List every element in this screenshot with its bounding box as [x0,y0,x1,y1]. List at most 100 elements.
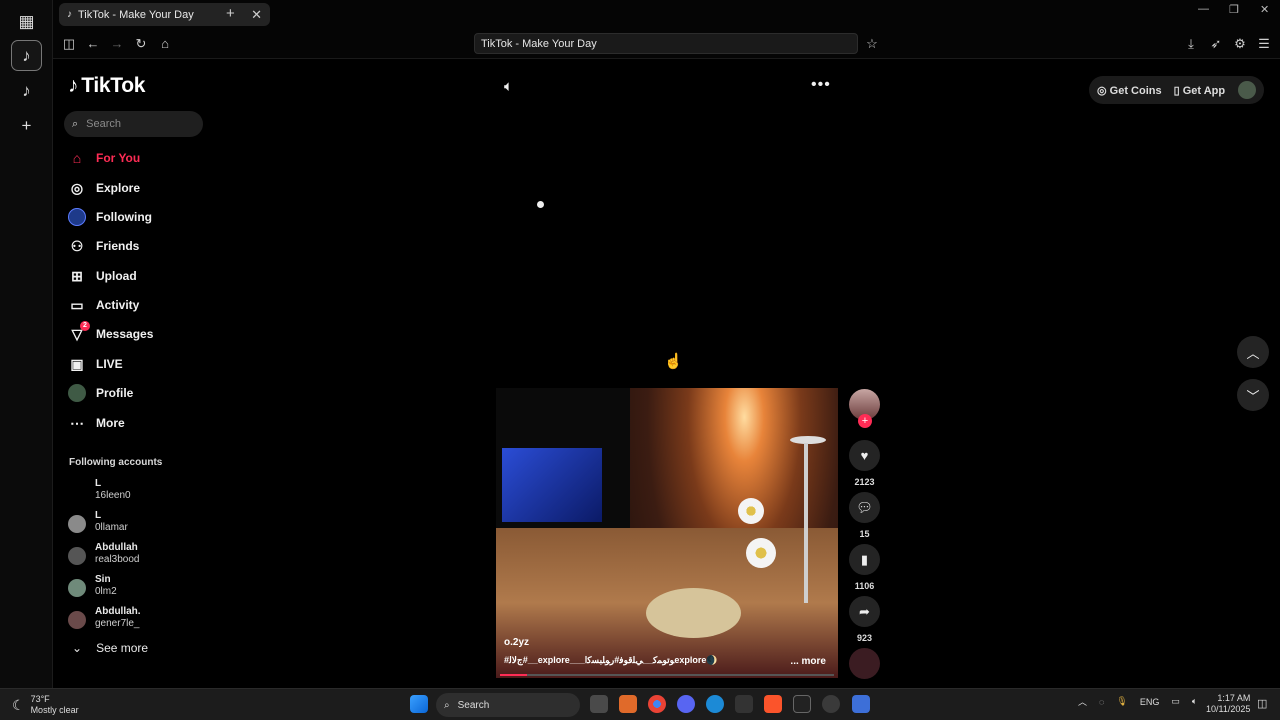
chrome-icon[interactable] [648,695,666,713]
comment-action[interactable]: 💬︎ 15 [849,492,880,539]
windows-start-icon[interactable] [410,695,428,713]
nav-profile[interactable]: Profile [68,381,133,405]
nav-label: Messages [96,327,154,341]
comment-icon[interactable]: 💬︎ [849,492,880,523]
live-tv-icon: ▣ [70,355,84,372]
nav-following[interactable]: Following [68,205,152,229]
volume-icon[interactable]: 🔈︎ [504,78,513,95]
add-app-icon[interactable]: + [11,110,42,141]
caption-more-link[interactable]: ... more [790,656,826,667]
close-tab-icon[interactable]: ✕ [251,7,262,23]
heart-icon[interactable]: ♥ [849,440,880,471]
see-more-label: See more [96,641,149,655]
share-count: 923 [856,633,873,643]
video-flower [746,538,776,568]
user-avatar[interactable] [1238,81,1256,99]
home-icon[interactable]: ⌂ [157,36,173,52]
discord-icon[interactable] [677,695,695,713]
app-icon-b[interactable] [793,695,811,713]
nav-activity[interactable]: ▭ Activity [68,293,139,317]
save-action[interactable]: ▮ 1106 [849,544,880,591]
follow-plus-button[interactable]: + [858,414,872,428]
account-handle: gener7le_ [95,618,140,629]
following-account[interactable]: L 16leen0 [67,478,217,506]
get-app-button[interactable]: ▯ Get App [1174,84,1225,97]
sidebar-toggle-icon[interactable]: ◫ [61,36,77,52]
following-account[interactable]: Abdullah real3bood [67,542,217,570]
tray-app-icon[interactable]: ◌ [1099,697,1104,707]
nav-explore[interactable]: ◎ Explore [68,176,140,200]
bookmark-icon[interactable]: ▮ [849,544,880,575]
account-handle: 0llamar [95,522,128,533]
browser-tab[interactable]: ♪ TikTok - Make Your Day ✕ [59,3,270,26]
taskbar-search[interactable]: ⌕ Search [436,693,580,717]
nav-label: Upload [96,269,137,283]
edge-icon[interactable] [706,695,724,713]
network-icon[interactable]: ▭ [1171,696,1180,707]
share-action[interactable]: ➦ 923 [849,596,880,643]
speaker-icon[interactable]: 🔈︎ [1192,696,1197,707]
video-player[interactable]: o.2yz #ﺝﻟﺎﻟ#__explore___ﻮﺗﻮﻤﻛ__ﻲﻠﻗﻮﻓ#ﺭﻮﻠ… [496,388,838,678]
minimize-icon[interactable]: — [1198,3,1209,15]
download-icon[interactable]: ⤓ [1183,36,1199,52]
app-icon-c[interactable] [822,695,840,713]
bookmark-star-icon[interactable]: ☆ [864,36,880,52]
following-account[interactable]: Abdullah. gener7le_ [67,606,217,634]
video-more-options-icon[interactable]: ••• [811,76,831,94]
previous-video-chevron-up-icon[interactable]: ︿ [1237,336,1269,368]
tiktok-logo[interactable]: ♪ TikTok [68,74,145,98]
search-input[interactable]: ⌕ Search [64,111,203,137]
microphone-icon[interactable]: 🎙︎ [1116,696,1127,707]
task-view-icon[interactable] [590,695,608,713]
like-action[interactable]: ♥ 2123 [849,440,880,487]
tray-chevron-up-icon[interactable]: ︿ [1078,695,1087,708]
nav-more[interactable]: ⋯ More [68,411,125,435]
maximize-icon[interactable]: ❐ [1229,3,1239,16]
reload-icon[interactable]: ↻ [133,36,149,52]
app-icon-a[interactable] [619,695,637,713]
close-window-icon[interactable]: ✕ [1260,3,1269,16]
next-video-chevron-down-icon[interactable]: ﹀ [1237,379,1269,411]
app-rail: ▦ ♪ ♪ + [0,0,53,688]
search-icon: ⌕ [444,699,450,711]
weather-widget[interactable]: ☾ 73°F Mostly clear [12,694,79,716]
tiktok-app-icon[interactable]: ♪ [11,40,42,71]
following-account[interactable]: Sin 0lm2 [67,574,217,602]
account-handle: 0lm2 [95,586,117,597]
video-author[interactable]: o.2yz [504,637,529,648]
rocket-icon[interactable]: ➶ [1208,36,1224,52]
get-coins-button[interactable]: ◎ Get Coins [1097,84,1162,97]
nav-live[interactable]: ▣ LIVE [68,352,123,376]
back-icon[interactable]: ← [85,36,101,52]
nav-upload[interactable]: ⊞ Upload [68,264,137,288]
menu-icon[interactable]: ☰ [1256,36,1272,52]
epic-games-icon[interactable] [735,695,753,713]
see-more-button[interactable]: ⌄ See more [72,641,148,655]
forward-icon[interactable]: → [109,36,125,52]
share-arrow-icon[interactable]: ➦ [849,596,880,627]
nav-label: Profile [96,386,134,400]
taskbar-clock[interactable]: 1:17 AM 10/11/2025 [1206,693,1250,715]
messages-badge: 2 [80,321,90,331]
settings-gear-icon[interactable]: ⚙ [1232,36,1248,52]
nav-friends[interactable]: ⚇ Friends [68,234,140,258]
apps-grid-icon[interactable]: ▦ [11,6,42,37]
following-account[interactable]: L 0llamar [67,510,217,538]
nav-for-you[interactable]: ⌂ For You [68,146,140,170]
music-disc-icon[interactable] [849,648,880,679]
brave-icon[interactable] [764,695,782,713]
active-browser-icon[interactable] [852,695,870,713]
tiktok-app-icon-2[interactable]: ♪ [11,75,42,106]
time: 1:17 AM [1217,693,1251,703]
get-app-label: Get App [1182,84,1226,97]
nav-messages[interactable]: ▽ 2 Messages [68,321,154,346]
upload-plus-icon: ⊞ [71,267,83,284]
address-bar[interactable]: TikTok - Make Your Day [474,33,858,54]
moon-cloud-icon: ☾ [12,696,25,713]
new-tab-button[interactable]: + [226,5,235,22]
taskbar-search-label: Search [457,699,490,711]
language-indicator[interactable]: ENG [1140,697,1160,707]
notification-icon[interactable]: ◫ [1257,697,1267,710]
video-progress-bar[interactable] [500,674,834,676]
nav-label: LIVE [96,357,123,371]
